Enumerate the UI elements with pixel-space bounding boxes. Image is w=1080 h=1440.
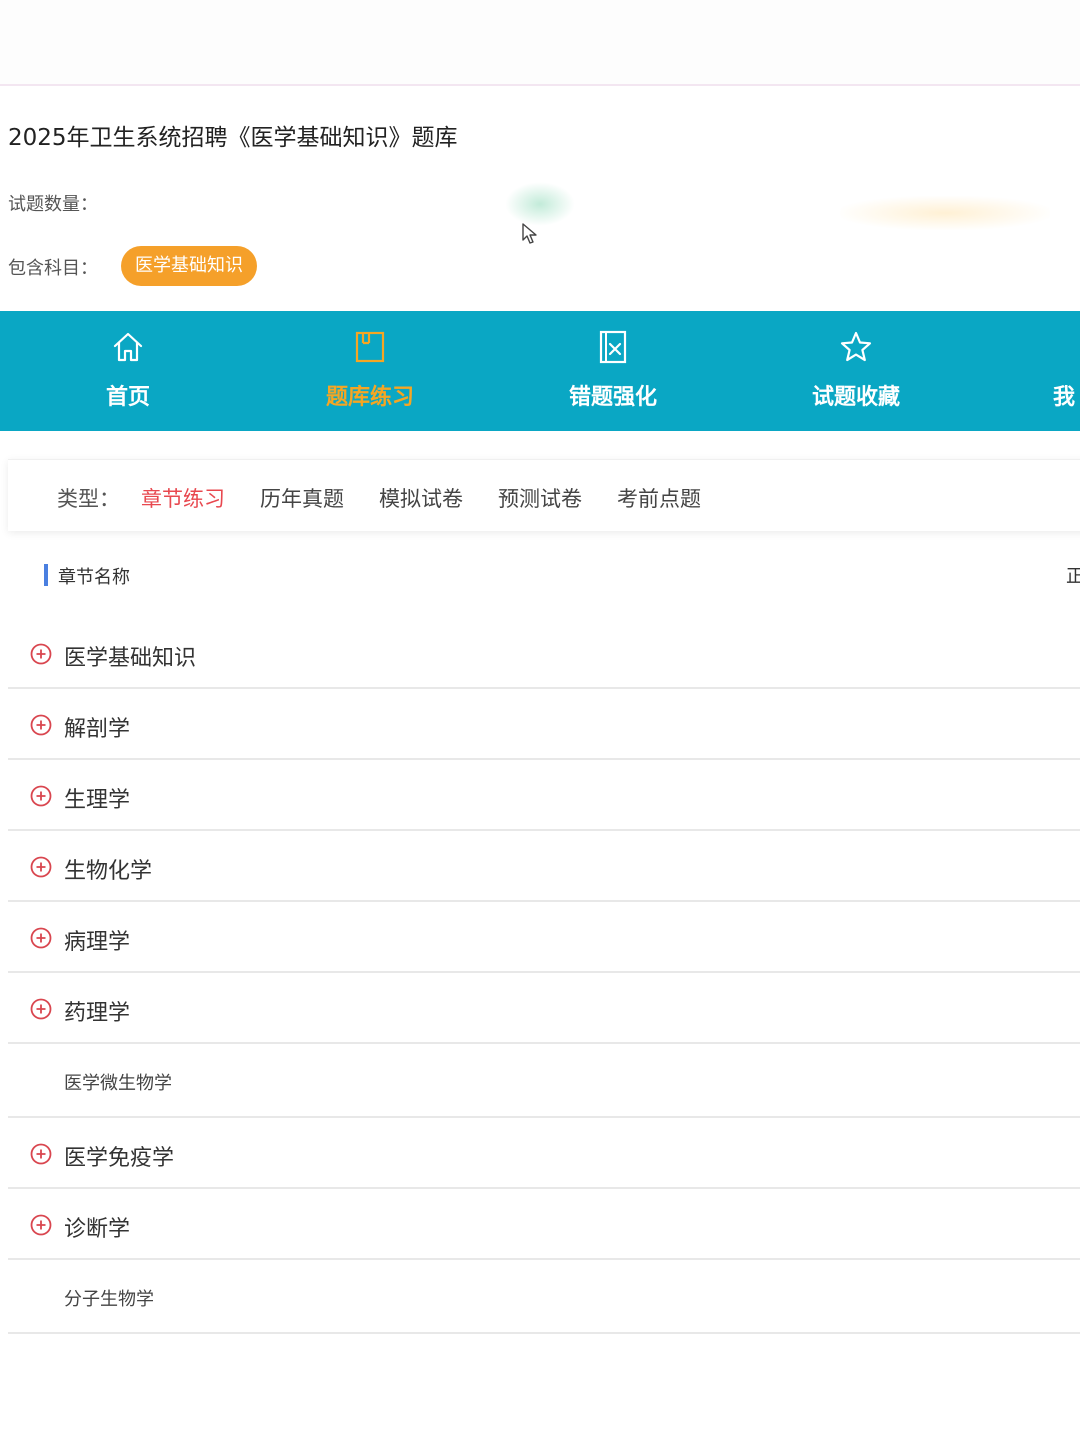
subject-badge[interactable]: 医学基础知识 — [121, 246, 257, 286]
chapter-label: 解剖学 — [64, 717, 131, 742]
list-item[interactable]: 生物化学 — [8, 831, 1080, 902]
chapter-label: 医学微生物学 — [64, 1073, 172, 1094]
list-item[interactable]: 诊断学 — [8, 1189, 1080, 1260]
nav-item-mine[interactable]: 我 — [1053, 311, 1080, 431]
wrong-questions-icon — [599, 330, 627, 364]
type-filter-bar: 类型： 章节练习 历年真题 模拟试卷 预测试卷 考前点题 — [8, 459, 1080, 531]
star-icon — [840, 331, 872, 362]
chapter-header-label: 章节名称 — [58, 567, 130, 588]
chapter-header-right-label: 正 — [1066, 566, 1080, 587]
chapter-label: 诊断学 — [64, 1217, 131, 1242]
nav-label-favorites: 试题收藏 — [811, 385, 900, 410]
list-item[interactable]: 医学微生物学 — [8, 1044, 1080, 1118]
chapter-list: 医学基础知识 解剖学 生理学 生物化学 病理学 药理学 医学微生物学 医学免疫学… — [8, 618, 1080, 1334]
expand-plus-icon[interactable] — [30, 1143, 52, 1165]
tab-mock-exams[interactable]: 模拟试卷 — [379, 483, 463, 513]
top-blank-area — [0, 0, 1080, 86]
question-count-label: 试题数量： — [8, 194, 98, 215]
expand-plus-icon[interactable] — [30, 856, 52, 878]
home-icon — [113, 332, 143, 362]
list-item[interactable]: 药理学 — [8, 973, 1080, 1044]
chapter-label: 生物化学 — [64, 859, 153, 884]
book-icon — [355, 331, 385, 363]
list-item[interactable]: 医学基础知识 — [8, 618, 1080, 689]
nav-label-mine: 我 — [1053, 385, 1076, 410]
type-filter-label: 类型： — [57, 487, 120, 511]
expand-plus-icon[interactable] — [30, 927, 52, 949]
list-item[interactable]: 解剖学 — [8, 689, 1080, 760]
expand-plus-icon[interactable] — [30, 785, 52, 807]
subject-label: 包含科目： — [8, 258, 98, 279]
header-accent-bar — [44, 564, 48, 586]
tab-chapter-practice[interactable]: 章节练习 — [141, 483, 225, 513]
mouse-cursor-icon — [522, 223, 537, 244]
expand-plus-icon[interactable] — [30, 1214, 52, 1236]
expand-plus-icon[interactable] — [30, 714, 52, 736]
expand-plus-icon[interactable] — [30, 998, 52, 1020]
list-item[interactable]: 病理学 — [8, 902, 1080, 973]
nav-item-wrong-questions[interactable]: 错题强化 — [538, 311, 688, 431]
chapter-label: 医学基础知识 — [64, 646, 197, 671]
list-item[interactable]: 生理学 — [8, 760, 1080, 831]
chapter-label: 医学免疫学 — [64, 1146, 175, 1171]
nav-item-home[interactable]: 首页 — [53, 311, 203, 431]
tab-past-exams[interactable]: 历年真题 — [260, 483, 344, 513]
chapter-label: 生理学 — [64, 788, 131, 813]
main-nav-bar: 首页 题库练习 错题强化 试题收藏 我 — [0, 311, 1080, 431]
nav-label-question-bank: 题库练习 — [325, 385, 414, 410]
list-item[interactable]: 分子生物学 — [8, 1260, 1080, 1334]
nav-label-wrong-questions: 错题强化 — [568, 385, 657, 410]
nav-label-home: 首页 — [105, 385, 150, 410]
chapter-label: 分子生物学 — [64, 1289, 154, 1310]
nav-item-question-bank[interactable]: 题库练习 — [295, 311, 445, 431]
nav-item-favorites[interactable]: 试题收藏 — [781, 311, 931, 431]
expand-plus-icon[interactable] — [30, 643, 52, 665]
chapter-label: 药理学 — [64, 1001, 131, 1026]
chapter-label: 病理学 — [64, 930, 131, 955]
tab-predicted-exams[interactable]: 预测试卷 — [498, 483, 582, 513]
blurred-button — [840, 196, 1050, 230]
page-title: 2025年卫生系统招聘《医学基础知识》题库 — [8, 125, 458, 151]
list-item[interactable]: 医学免疫学 — [8, 1118, 1080, 1189]
tab-pre-exam-highlights[interactable]: 考前点题 — [617, 483, 701, 513]
blurred-area — [505, 182, 575, 226]
